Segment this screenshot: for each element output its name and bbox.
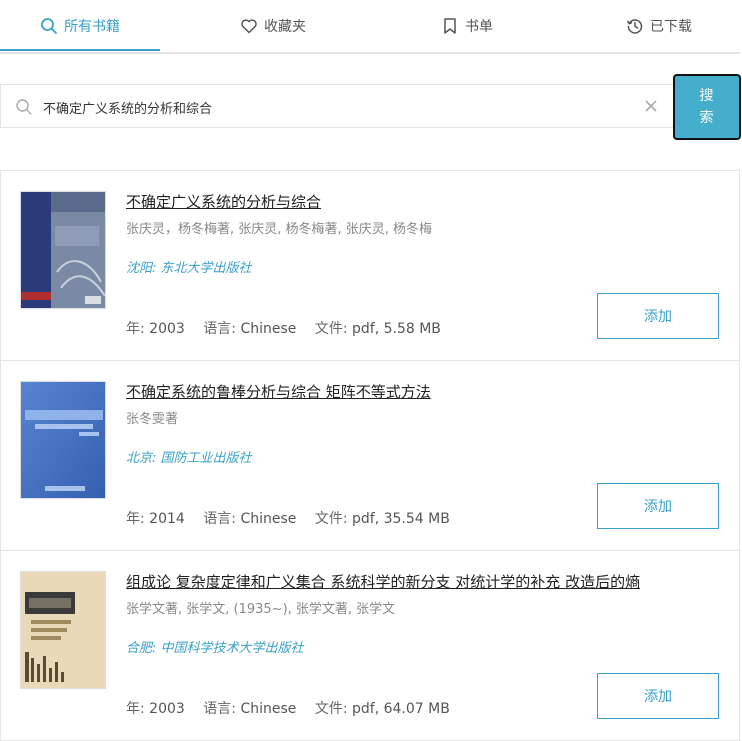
file-label: 文件:: [314, 701, 348, 717]
book-publisher[interactable]: 沈阳: 东北大学出版社: [126, 257, 252, 276]
search-box: [0, 84, 673, 128]
book-item: 组成论 复杂度定律和广义集合 系统科学的新分支 对统计学的补充 改造后的熵 张学…: [1, 551, 739, 741]
search-input[interactable]: [41, 93, 635, 121]
history-icon: [626, 17, 644, 35]
book-item: 不确定广义系统的分析与综合 张庆灵，杨冬梅著, 张庆灵, 杨冬梅著, 张庆灵, …: [1, 171, 739, 361]
book-language: Chinese: [240, 511, 297, 527]
add-button[interactable]: 添加: [597, 673, 719, 719]
search-icon: [15, 98, 33, 116]
book-publisher[interactable]: 合肥: 中国科学技术大学出版社: [126, 637, 304, 656]
book-year: 2003: [149, 321, 185, 337]
tab-booklists[interactable]: 书单: [441, 0, 493, 52]
book-language: Chinese: [240, 701, 297, 717]
book-language: Chinese: [240, 321, 297, 337]
book-publisher[interactable]: 北京: 国防工业出版社: [126, 447, 252, 466]
book-meta: 年: 2003 语言: Chinese 文件: pdf, 5.58 MB: [126, 318, 441, 338]
book-authors: 张学文著, 张学文, (1935~), 张学文著, 张学文: [126, 602, 396, 617]
tab-all-books[interactable]: 所有书籍: [40, 0, 120, 52]
search-button-label-2: 索: [699, 110, 715, 126]
book-file: pdf, 5.58 MB: [352, 321, 441, 337]
active-tab-indicator: [0, 49, 160, 51]
book-file: pdf, 35.54 MB: [352, 511, 450, 527]
add-button[interactable]: 添加: [597, 293, 719, 339]
book-file: pdf, 64.07 MB: [352, 701, 450, 717]
heart-icon: [240, 17, 258, 35]
book-title[interactable]: 不确定广义系统的分析与综合: [126, 191, 321, 212]
book-title[interactable]: 不确定系统的鲁棒分析与综合 矩阵不等式方法: [126, 381, 431, 402]
bookmark-icon: [441, 17, 459, 35]
year-label: 年:: [126, 321, 145, 337]
tab-label: 所有书籍: [64, 19, 120, 35]
results-list: 不确定广义系统的分析与综合 张庆灵，杨冬梅著, 张庆灵, 杨冬梅著, 张庆灵, …: [0, 170, 740, 741]
file-label: 文件:: [314, 511, 348, 527]
tab-label: 已下载: [650, 19, 692, 35]
book-item: 不确定系统的鲁棒分析与综合 矩阵不等式方法 张冬雯著 北京: 国防工业出版社 年…: [1, 361, 739, 551]
language-label: 语言:: [203, 511, 236, 527]
book-title[interactable]: 组成论 复杂度定律和广义集合 系统科学的新分支 对统计学的补充 改造后的熵: [126, 571, 640, 592]
book-meta: 年: 2014 语言: Chinese 文件: pdf, 35.54 MB: [126, 508, 450, 528]
language-label: 语言:: [203, 701, 236, 717]
search-button-label-1: 搜: [699, 88, 715, 104]
book-authors: 张冬雯著: [126, 412, 179, 427]
book-year: 2003: [149, 701, 185, 717]
book-cover[interactable]: [20, 571, 106, 689]
tab-downloaded[interactable]: 已下载: [626, 0, 692, 52]
book-authors: 张庆灵，杨冬梅著, 张庆灵, 杨冬梅著, 张庆灵, 杨冬梅: [126, 222, 433, 237]
language-label: 语言:: [203, 321, 236, 337]
year-label: 年:: [126, 511, 145, 527]
clear-icon[interactable]: [643, 98, 659, 114]
tab-favorites[interactable]: 收藏夹: [240, 0, 306, 52]
file-label: 文件:: [314, 321, 348, 337]
book-cover[interactable]: [20, 191, 106, 309]
book-year: 2014: [149, 511, 185, 527]
search-button[interactable]: 搜 索: [673, 74, 741, 140]
add-button[interactable]: 添加: [597, 483, 719, 529]
tab-bar: 所有书籍 收藏夹 书单 已下载: [0, 0, 740, 54]
tab-label: 收藏夹: [264, 19, 306, 35]
year-label: 年:: [126, 701, 145, 717]
search-icon: [40, 17, 58, 35]
tab-label: 书单: [465, 19, 493, 35]
book-cover[interactable]: [20, 381, 106, 499]
book-meta: 年: 2003 语言: Chinese 文件: pdf, 64.07 MB: [126, 698, 450, 718]
